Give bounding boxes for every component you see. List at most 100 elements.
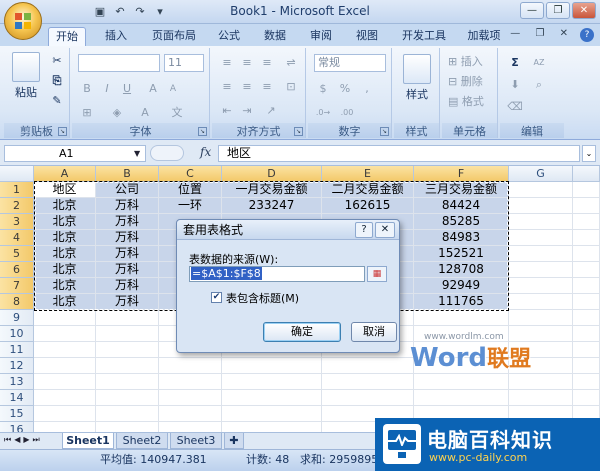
align-right-icon[interactable]: ≡ [258, 78, 276, 96]
cell[interactable] [509, 278, 573, 294]
row-header[interactable]: 16 [0, 422, 34, 432]
cell[interactable] [509, 214, 573, 230]
sheet-nav-buttons[interactable]: ⏮◀▶⏭ [4, 435, 43, 445]
cell[interactable] [414, 374, 509, 390]
cell[interactable] [414, 310, 509, 326]
borders-icon[interactable]: ⊞ [78, 104, 96, 122]
cell[interactable] [222, 422, 322, 432]
cell[interactable] [573, 390, 600, 406]
column-header[interactable]: A [34, 166, 96, 182]
cut-icon[interactable]: ✂ [48, 52, 66, 70]
cell[interactable] [509, 182, 573, 198]
align-bottom-icon[interactable]: ≡ [258, 54, 276, 72]
cell[interactable]: 北京 [34, 262, 96, 278]
cancel-button[interactable]: 取消 [351, 322, 397, 342]
clipboard-launcher-icon[interactable]: ↘ [58, 127, 67, 136]
font-size-box[interactable]: 11 [164, 54, 204, 72]
cell[interactable] [509, 374, 573, 390]
row-header[interactable]: 2 [0, 198, 34, 214]
cell[interactable]: 二月交易金额 [322, 182, 414, 198]
table-source-input[interactable]: =$A$1:$F$8 [189, 266, 365, 282]
cell[interactable] [222, 374, 322, 390]
row-header[interactable]: 6 [0, 262, 34, 278]
tab-home[interactable]: 开始 [48, 27, 86, 46]
cell[interactable] [159, 422, 222, 432]
column-header[interactable]: G [509, 166, 573, 182]
delete-cells-button[interactable]: ⊟ 删除 [448, 74, 483, 90]
styles-button[interactable]: 样式 [400, 54, 434, 102]
row-header[interactable]: 13 [0, 374, 34, 390]
dialog-close-button[interactable]: ✕ [375, 222, 395, 238]
phonetic-icon[interactable]: 文 [168, 104, 186, 122]
fill-color-icon[interactable]: ◈ [108, 104, 126, 122]
tab-data[interactable]: 数据 [258, 27, 292, 46]
cell[interactable] [34, 390, 96, 406]
underline-icon[interactable]: U [118, 80, 136, 98]
row-header[interactable]: 9 [0, 310, 34, 326]
font-color-icon[interactable]: A [136, 104, 154, 122]
cell[interactable]: 北京 [34, 230, 96, 246]
restore-button[interactable]: ❐ [546, 2, 570, 19]
wrap-text-icon[interactable]: ⇌ [282, 54, 300, 72]
row-header[interactable]: 3 [0, 214, 34, 230]
column-header[interactable]: C [159, 166, 222, 182]
currency-icon[interactable]: $ [314, 80, 332, 98]
cell[interactable] [96, 310, 159, 326]
cell[interactable] [573, 214, 600, 230]
align-middle-icon[interactable]: ≡ [238, 54, 256, 72]
decrease-indent-icon[interactable]: ⇤ [218, 102, 236, 120]
insert-sheet-icon[interactable]: ✚ [224, 433, 244, 449]
cell[interactable] [509, 294, 573, 310]
cell[interactable]: 万科 [96, 230, 159, 246]
sheet-tab-3[interactable]: Sheet3 [170, 433, 222, 449]
cell[interactable]: 一环 [159, 198, 222, 214]
tab-formulas[interactable]: 公式 [212, 27, 246, 46]
cell[interactable] [573, 294, 600, 310]
insert-function-icon[interactable]: fx [200, 145, 211, 159]
orientation-icon[interactable]: ↗ [262, 102, 280, 120]
row-header[interactable]: 15 [0, 406, 34, 422]
number-launcher-icon[interactable]: ↘ [380, 127, 389, 136]
cell[interactable] [322, 358, 414, 374]
sort-filter-icon[interactable]: AZ [530, 54, 548, 72]
column-header[interactable]: F [414, 166, 509, 182]
cell[interactable] [96, 406, 159, 422]
column-header[interactable]: D [222, 166, 322, 182]
alignment-launcher-icon[interactable]: ↘ [294, 127, 303, 136]
cell[interactable] [34, 422, 96, 432]
cell[interactable] [509, 246, 573, 262]
cell[interactable]: 北京 [34, 246, 96, 262]
tab-insert[interactable]: 插入 [98, 27, 134, 46]
cell[interactable]: 152521 [414, 246, 509, 262]
sheet-tab-1[interactable]: Sheet1 [62, 433, 114, 449]
cell[interactable]: 万科 [96, 214, 159, 230]
number-format-box[interactable]: 常规 [314, 54, 386, 72]
name-box[interactable]: A1 [4, 145, 146, 162]
cell[interactable] [573, 278, 600, 294]
cell[interactable]: 128708 [414, 262, 509, 278]
cell[interactable]: 162615 [322, 198, 414, 214]
tab-addins[interactable]: 加载项 [462, 27, 506, 46]
row-header[interactable]: 14 [0, 390, 34, 406]
autosum-icon[interactable]: Σ [506, 54, 524, 72]
formula-bar-splitter[interactable] [150, 145, 184, 161]
cell[interactable]: 233247 [222, 198, 322, 214]
office-button[interactable] [4, 2, 42, 40]
cell[interactable]: 92949 [414, 278, 509, 294]
cell[interactable] [509, 390, 573, 406]
row-header[interactable]: 4 [0, 230, 34, 246]
merge-center-icon[interactable]: ⊡ [282, 78, 300, 96]
cell[interactable]: 万科 [96, 262, 159, 278]
cell[interactable] [573, 262, 600, 278]
italic-icon[interactable]: I [98, 80, 116, 98]
cell[interactable] [96, 342, 159, 358]
cell[interactable]: 万科 [96, 278, 159, 294]
column-header[interactable]: B [96, 166, 159, 182]
cell[interactable] [34, 374, 96, 390]
row-header[interactable]: 8 [0, 294, 34, 310]
cell[interactable]: 万科 [96, 246, 159, 262]
align-top-icon[interactable]: ≡ [218, 54, 236, 72]
minimize-button[interactable]: — [520, 2, 544, 19]
cell[interactable]: 北京 [34, 198, 96, 214]
cell[interactable] [573, 374, 600, 390]
